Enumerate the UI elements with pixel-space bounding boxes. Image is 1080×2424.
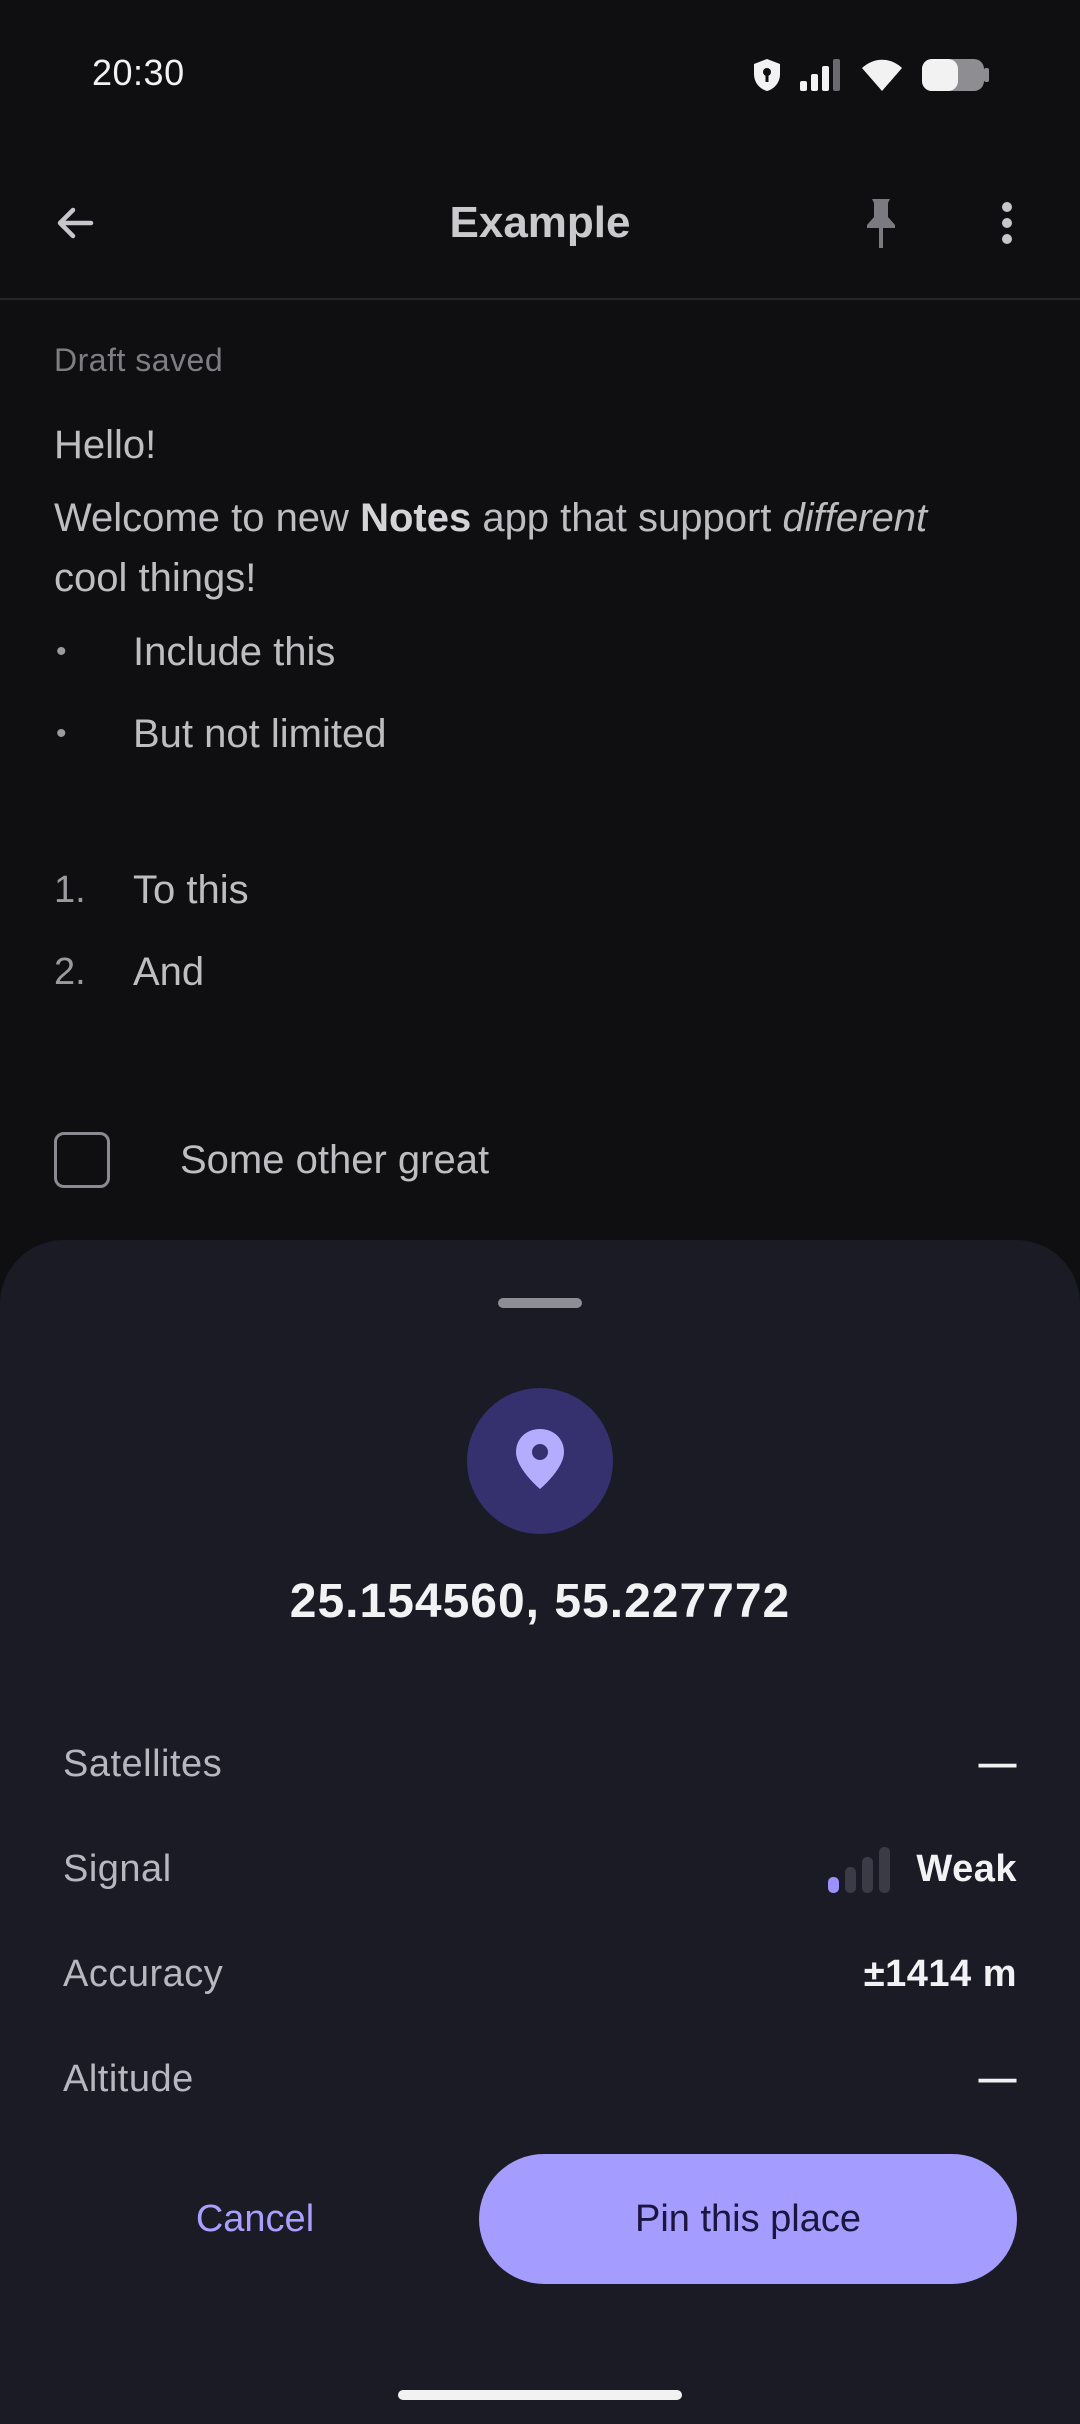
altitude-label: Altitude bbox=[63, 2057, 194, 2100]
more-vert-icon bbox=[1000, 201, 1014, 250]
signal-strength-icon bbox=[828, 1845, 891, 1893]
accuracy-value: ±1414 m bbox=[863, 1952, 1017, 1995]
bullet-marker: • bbox=[56, 635, 67, 668]
signal-indicator: Weak bbox=[828, 1845, 1017, 1893]
status-bar: 20:30 bbox=[0, 0, 1080, 150]
pin-button[interactable] bbox=[846, 190, 916, 260]
signal-bar bbox=[828, 1877, 840, 1893]
battery-icon bbox=[920, 57, 992, 98]
wifi-icon bbox=[860, 57, 904, 98]
signal-bar bbox=[879, 1847, 891, 1893]
numbered-item: 1. To this bbox=[54, 867, 249, 912]
pin-this-place-button[interactable]: Pin this place bbox=[479, 2154, 1017, 2284]
satellites-label: Satellites bbox=[63, 1742, 223, 1785]
sheet-drag-handle[interactable] bbox=[498, 1298, 582, 1308]
signal-bar bbox=[845, 1867, 857, 1893]
cell-signal-icon bbox=[798, 57, 844, 98]
page-title: Example bbox=[449, 198, 631, 247]
home-indicator[interactable] bbox=[398, 2390, 682, 2400]
accuracy-label: Accuracy bbox=[63, 1952, 224, 1995]
cancel-button[interactable]: Cancel bbox=[130, 2154, 380, 2284]
note-line-greeting: Hello! bbox=[54, 423, 157, 467]
checklist-item: Some other great bbox=[54, 1130, 489, 1190]
accuracy-row: Accuracy ±1414 m bbox=[63, 1944, 1017, 2004]
checklist-checkbox[interactable] bbox=[54, 1132, 110, 1188]
altitude-row: Altitude — bbox=[63, 2049, 1017, 2109]
status-time: 20:30 bbox=[92, 52, 185, 93]
location-pin-icon bbox=[512, 1427, 568, 1496]
shield-icon bbox=[752, 57, 782, 98]
signal-value: Weak bbox=[916, 1847, 1017, 1890]
altitude-value: — bbox=[978, 2057, 1017, 2100]
location-bottom-sheet: 25.154560, 55.227772 Satellites — Signal… bbox=[0, 1240, 1080, 2424]
pin-icon bbox=[861, 195, 901, 256]
draft-status: Draft saved bbox=[54, 342, 224, 378]
checklist-item-label: Some other great bbox=[180, 1137, 490, 1182]
coordinates-text: 25.154560, 55.227772 bbox=[289, 1575, 791, 1628]
bullet-item: • But not limited bbox=[56, 711, 387, 756]
signal-label: Signal bbox=[63, 1847, 172, 1890]
bullet-marker: • bbox=[56, 717, 67, 750]
more-options-button[interactable] bbox=[972, 190, 1042, 260]
bullet-item: • Include this bbox=[56, 629, 336, 674]
signal-row: Signal Weak bbox=[63, 1839, 1017, 1899]
satellites-value: — bbox=[978, 1742, 1017, 1785]
location-icon-badge bbox=[467, 1388, 613, 1534]
note-paragraph-welcome: Welcome to new Notes app that support di… bbox=[54, 496, 928, 600]
satellites-row: Satellites — bbox=[63, 1734, 1017, 1794]
app-bar: Example bbox=[0, 150, 1080, 300]
numbered-item: 2. And bbox=[54, 949, 205, 994]
signal-bar bbox=[862, 1857, 874, 1893]
status-icons bbox=[752, 52, 992, 102]
